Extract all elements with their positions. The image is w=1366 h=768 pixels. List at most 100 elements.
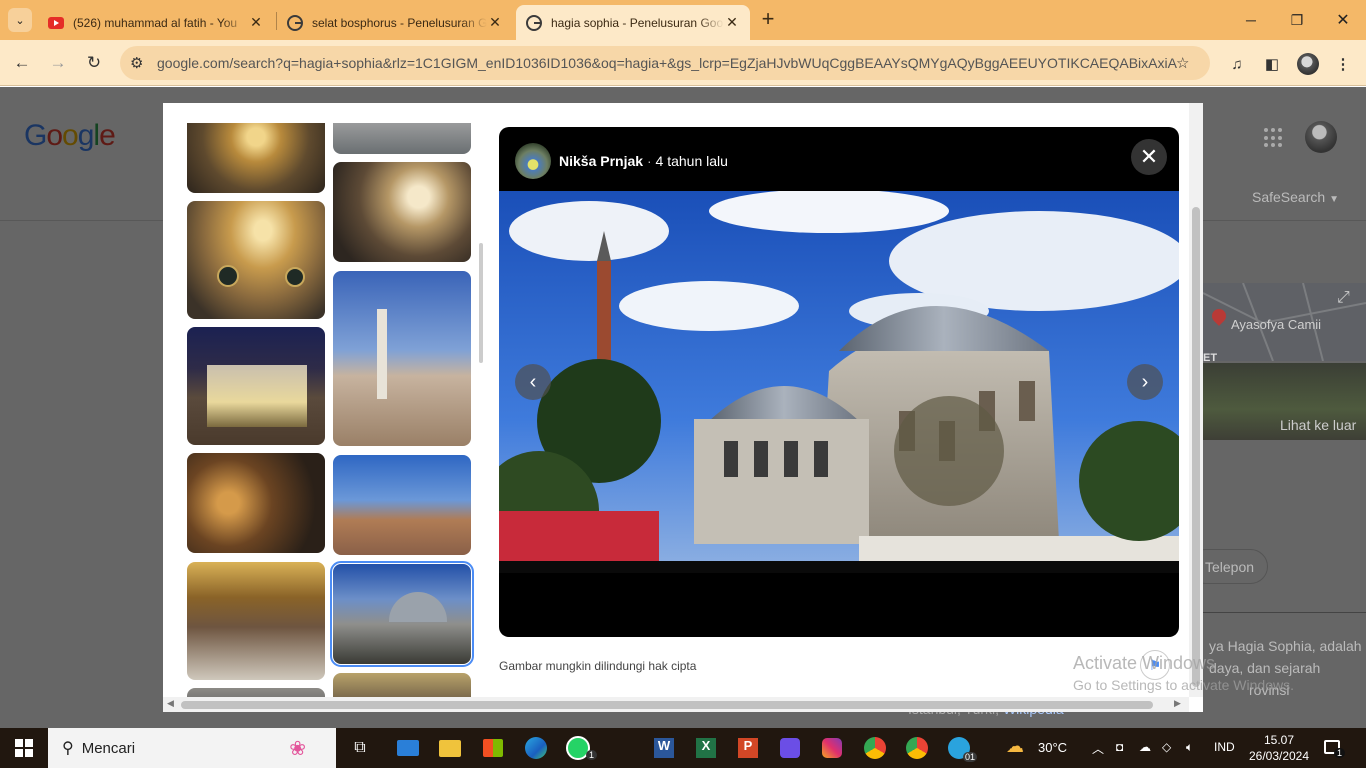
chrome-icon[interactable] (859, 734, 891, 762)
browser-toolbar: ← → ↻ ⚙ google.com/search?q=hagia+sophia… (0, 40, 1366, 86)
next-image-button[interactable]: › (1127, 364, 1163, 400)
tab-search-button[interactable]: ⌄ (8, 8, 32, 32)
image-thumbnail[interactable] (333, 673, 471, 697)
reload-button[interactable]: ↻ (82, 51, 106, 75)
close-tab-icon[interactable]: ✕ (724, 14, 740, 31)
image-thumbnails (163, 123, 481, 697)
calligraphy-medallion (285, 267, 305, 287)
image-thumbnail[interactable] (187, 562, 325, 680)
modal-horizontal-scrollbar[interactable]: ◀ ▶ (163, 697, 1189, 712)
back-button[interactable]: ← (10, 51, 34, 75)
telegram-icon[interactable]: 01 (943, 734, 978, 762)
map-label: Ayasofya Camii (1231, 317, 1322, 332)
scroll-right-arrow-icon[interactable]: ▶ (1174, 698, 1181, 709)
desc-line: ya Hagia Sophia, adalah (1209, 638, 1362, 654)
menu-icon[interactable]: ⋮ (1332, 53, 1354, 75)
image-thumbnail[interactable] (187, 327, 325, 445)
telegram-badge: 01 (963, 752, 978, 762)
account-avatar[interactable] (1305, 121, 1337, 153)
search-icon: ⚲ (62, 740, 74, 757)
modal-vertical-scrollbar[interactable] (1189, 103, 1203, 697)
close-tab-icon[interactable]: ✕ (248, 14, 264, 31)
close-window-button[interactable]: ✕ (1320, 0, 1366, 40)
author-name[interactable]: Nikša Prnjak (559, 153, 643, 169)
restore-button[interactable]: ❐ (1274, 0, 1320, 40)
scrollbar-thumb[interactable] (181, 701, 1153, 709)
image-thumbnail[interactable] (333, 162, 471, 262)
tray-expand-icon[interactable]: ︿ (1092, 740, 1104, 757)
screen: ⌄ (526) muhammad al fatih - You ✕ selat … (0, 0, 1366, 768)
clock[interactable]: 15.07 26/03/2024 (1246, 732, 1312, 764)
whatsapp-icon[interactable]: 1 (562, 734, 598, 762)
calligraphy-medallion (217, 265, 239, 287)
thumbnails-scrollbar[interactable] (479, 243, 483, 363)
tab-title: hagia sophia - Penelusuran Goo (551, 15, 724, 30)
volume-icon[interactable]: 🔈︎ (1186, 740, 1193, 755)
close-tab-icon[interactable]: ✕ (487, 14, 503, 31)
image-thumbnail-selected[interactable] (330, 561, 474, 667)
onedrive-icon[interactable]: ☁ (1139, 740, 1151, 754)
network-icon[interactable]: ◇ (1162, 740, 1171, 754)
scrollbar-thumb[interactable] (1192, 207, 1200, 687)
scroll-left-arrow-icon[interactable]: ◀ (167, 698, 174, 709)
language-indicator[interactable]: IND (1214, 740, 1235, 754)
author-avatar[interactable] (515, 143, 551, 179)
powerpoint-icon[interactable]: P (732, 734, 764, 762)
notification-badge: 1 (1334, 748, 1346, 758)
edge-icon[interactable] (520, 734, 552, 762)
tab-title: selat bosphorus - Penelusuran G (312, 15, 487, 30)
mail-icon[interactable] (392, 734, 424, 762)
caret-icon: ▼ (1329, 194, 1339, 205)
task-view-icon[interactable]: ⧉ (344, 734, 376, 762)
previous-image-button[interactable]: ‹ (515, 364, 551, 400)
image-thumbnail[interactable] (333, 455, 471, 555)
apps-grid-icon[interactable] (1264, 128, 1284, 148)
tab-hagia-sophia[interactable]: hagia sophia - Penelusuran Goo ✕ (516, 5, 750, 40)
search-highlight-icon: ❀ (289, 737, 306, 760)
clipchamp-icon[interactable] (774, 734, 806, 762)
clock-time: 15.07 (1263, 733, 1295, 747)
map-thumbnail[interactable]: Ayasofya Camii ET ⤢ (1203, 283, 1366, 364)
image-thumbnail[interactable] (333, 271, 471, 446)
image-thumbnail[interactable] (333, 123, 471, 154)
chrome-profile-icon[interactable] (901, 734, 933, 762)
close-preview-button[interactable]: ✕ (1131, 139, 1167, 175)
excel-icon[interactable]: X (690, 734, 722, 762)
side-panel-icon[interactable]: ◧ (1261, 53, 1283, 75)
word-icon[interactable]: W (648, 734, 680, 762)
image-thumbnail[interactable] (187, 123, 325, 193)
image-viewer-modal: ✕ Nikša Prnjak · 4 tahun lalu ✕ (163, 103, 1203, 712)
image-thumbnail[interactable] (187, 453, 325, 553)
image-thumbnail[interactable] (187, 201, 325, 319)
minimize-button[interactable]: ─ (1228, 0, 1274, 40)
safesearch-button[interactable]: SafeSearch ▼ (1252, 189, 1339, 205)
weather-widget[interactable]: ☁ 30°C (1004, 736, 1084, 760)
expand-map-icon[interactable]: ⤢ (1337, 289, 1350, 307)
instagram-icon[interactable] (816, 734, 848, 762)
start-button[interactable] (8, 734, 40, 762)
forward-button[interactable]: → (46, 51, 70, 75)
street-view-thumbnail[interactable]: Lihat ke luar (1203, 363, 1366, 440)
tab-youtube[interactable]: (526) muhammad al fatih - You ✕ (38, 5, 274, 40)
media-control-icon[interactable]: ♫ (1226, 53, 1248, 75)
address-url[interactable]: google.com/search?q=hagia+sophia&rlz=1C1… (157, 55, 1177, 71)
address-bar[interactable]: ⚙ google.com/search?q=hagia+sophia&rlz=1… (120, 46, 1210, 80)
whatsapp-badge: 1 (586, 750, 598, 760)
preview-image[interactable] (499, 189, 1179, 573)
store-icon[interactable] (477, 734, 509, 762)
new-tab-button[interactable]: + (758, 8, 778, 31)
search-placeholder: Mencari (81, 739, 136, 757)
author-line: Nikša Prnjak · 4 tahun lalu (559, 153, 728, 169)
tab-selat-bosphorus[interactable]: selat bosphorus - Penelusuran G ✕ (277, 5, 513, 40)
google-icon (287, 14, 303, 31)
taskbar-search-box[interactable]: ⚲ Mencari ❀ (48, 728, 336, 768)
profile-avatar[interactable] (1297, 53, 1319, 75)
site-info-icon[interactable]: ⚙ (130, 54, 143, 72)
google-icon (526, 14, 542, 31)
file-explorer-icon[interactable] (434, 734, 466, 762)
meet-icon[interactable]: ◘ (1116, 740, 1123, 754)
desc-line: daya, dan sejarah (1209, 660, 1321, 676)
bookmark-star-icon[interactable]: ☆ (1176, 54, 1189, 72)
image-thumbnail[interactable] (187, 688, 325, 697)
activation-watermark-subtitle: Go to Settings to activate Windows. (1073, 677, 1294, 693)
